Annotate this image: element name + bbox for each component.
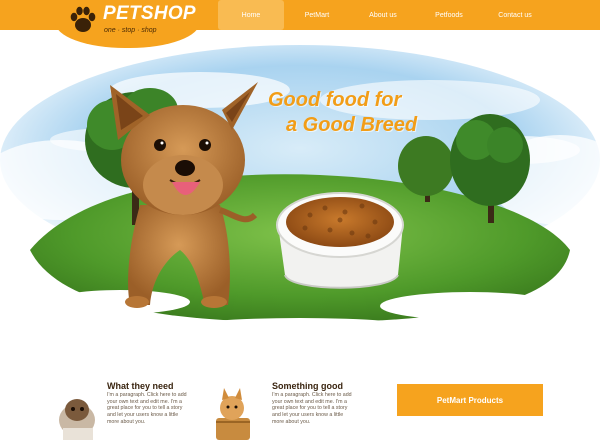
- nav-item-petfoods[interactable]: Petfoods: [416, 0, 482, 30]
- food-bowl-image: [276, 192, 404, 289]
- column-heading-something-good: Something good: [272, 381, 343, 391]
- main-nav: Home PetMart About us Petfoods Contact u…: [218, 0, 548, 30]
- pet-thumbnail-1: [59, 399, 95, 440]
- petmart-products-button[interactable]: PetMart Products: [397, 384, 543, 416]
- column-text-something-good: I'm a paragraph. Click here to add your …: [272, 392, 352, 425]
- hero-banner: [0, 30, 600, 350]
- column-text-what-they-need: I'm a paragraph. Click here to add your …: [107, 392, 187, 425]
- nav-item-about-us[interactable]: About us: [350, 0, 416, 30]
- hero-headline-line1: Good food for: [268, 89, 402, 111]
- column-heading-what-they-need: What they need: [107, 381, 174, 391]
- brand-name[interactable]: PETSHOP: [103, 3, 196, 25]
- pet-thumbnail-2: [216, 388, 250, 440]
- nav-item-home[interactable]: Home: [218, 0, 284, 30]
- hero-headline-line2: a Good Breed: [286, 114, 418, 136]
- nav-item-contact-us[interactable]: Contact us: [482, 0, 548, 30]
- hero-illustration: [0, 45, 600, 350]
- nav-item-petmart[interactable]: PetMart: [284, 0, 350, 30]
